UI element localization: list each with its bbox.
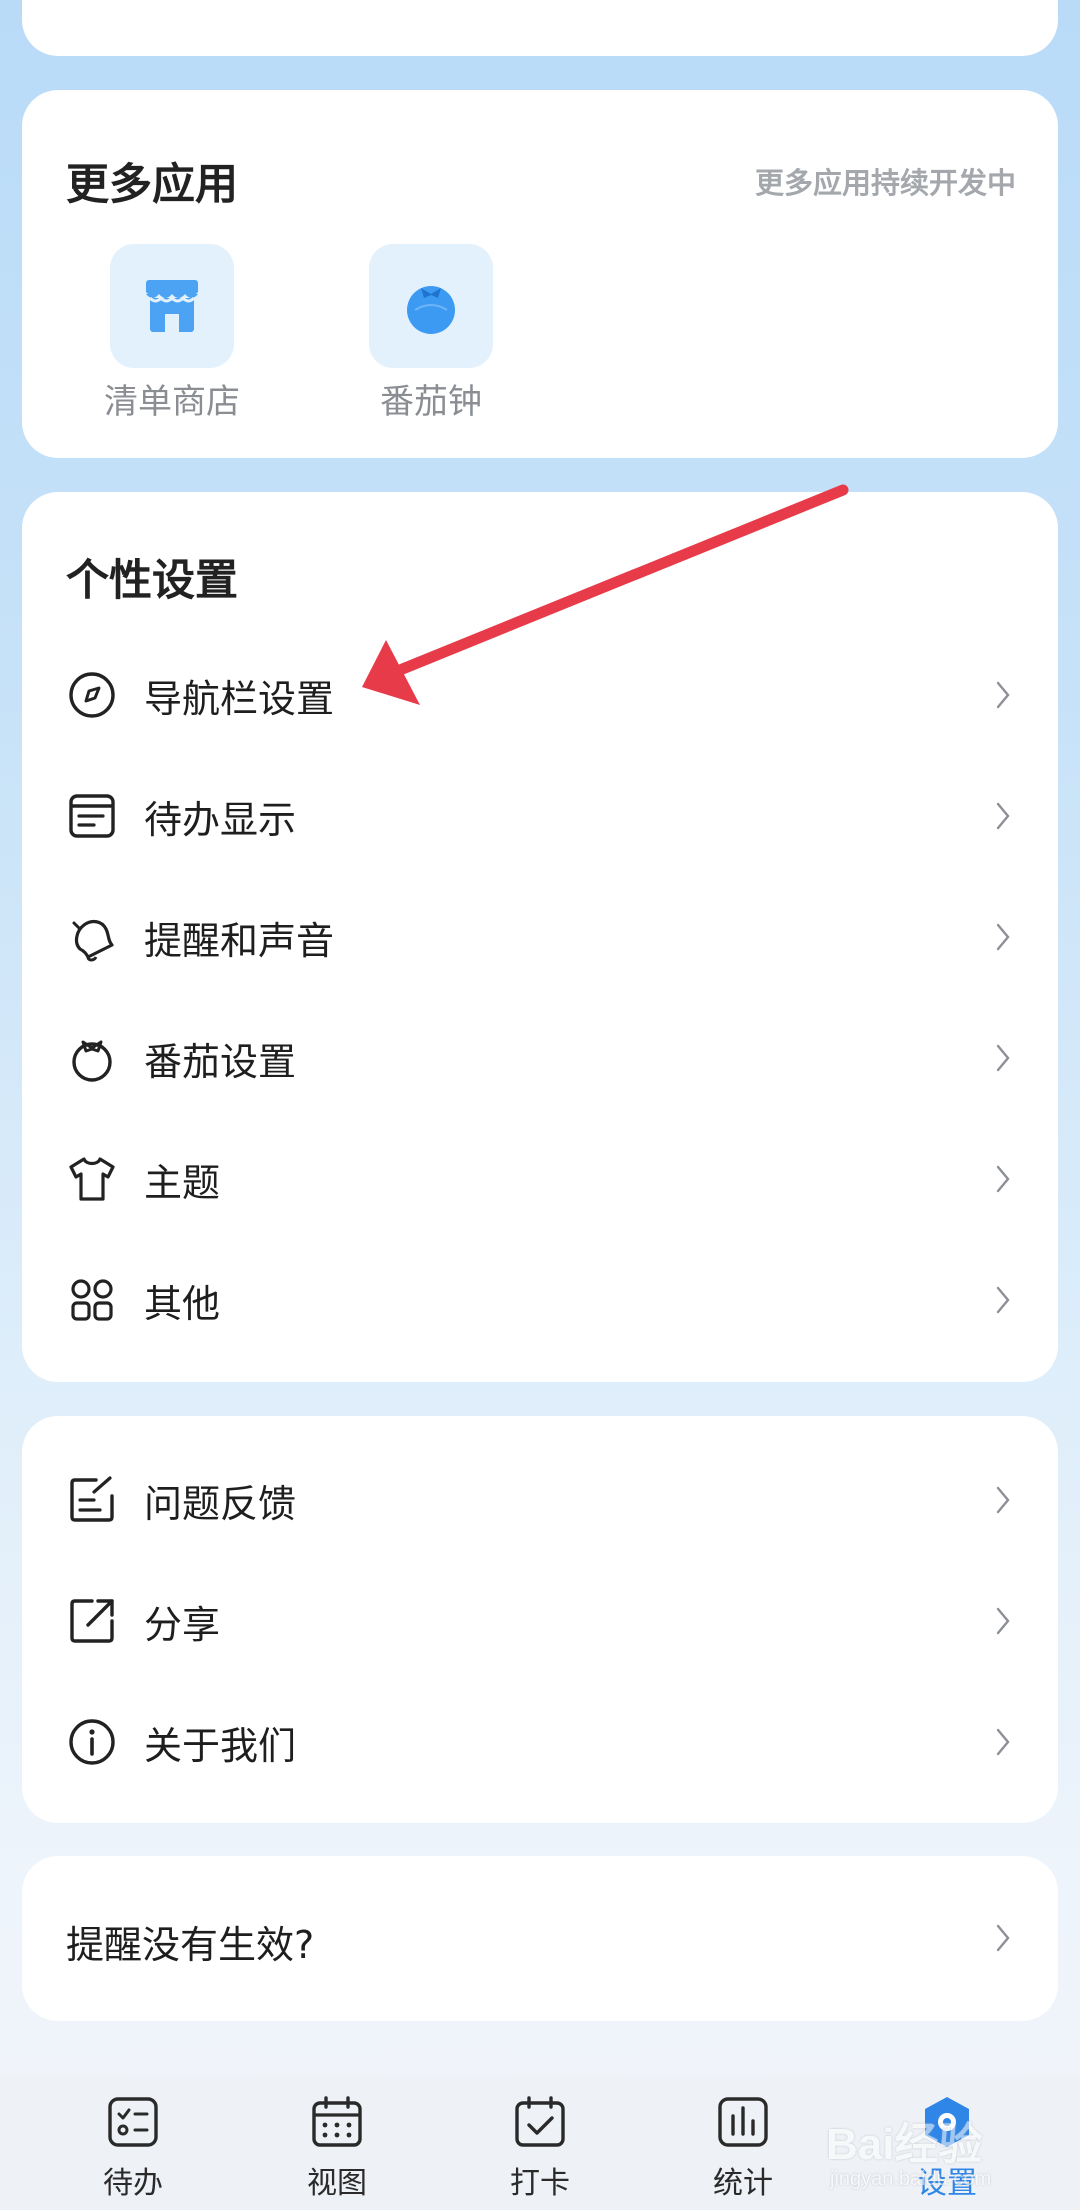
tab-label-todo: 待办 bbox=[103, 2166, 163, 2201]
row-label-share: 分享 bbox=[144, 1602, 221, 1647]
row-about-us[interactable]: 关于我们 bbox=[22, 1687, 1058, 1797]
reminder-help-card[interactable]: 提醒没有生效? bbox=[22, 1856, 1058, 2021]
tomato-icon bbox=[369, 244, 493, 368]
calendar-icon bbox=[312, 2096, 362, 2147]
tab-label-view: 视图 bbox=[307, 2166, 367, 2201]
personal-settings-card: 个性设置 导航栏设置 待办显示 提醒和声音 番茄设置 主题 其他 bbox=[22, 492, 1058, 1382]
tab-stats[interactable]: 统计 bbox=[673, 2094, 813, 2202]
watermark-brand: Bai经验 bbox=[826, 2120, 983, 2169]
chevron-right-icon bbox=[996, 1486, 1010, 1514]
chevron-right-icon bbox=[996, 802, 1010, 830]
chevron-right-icon bbox=[996, 923, 1010, 951]
chevron-right-icon bbox=[996, 1165, 1010, 1193]
grid-icon bbox=[71, 1279, 113, 1321]
share-icon bbox=[70, 1599, 114, 1643]
todo-card-icon bbox=[69, 794, 115, 838]
store-icon bbox=[110, 244, 234, 368]
feedback-icon bbox=[70, 1476, 114, 1522]
more-apps-card: 更多应用 更多应用持续开发中 清单商店 番茄钟 bbox=[22, 90, 1058, 458]
more-apps-title: 更多应用 bbox=[66, 160, 238, 210]
stats-icon bbox=[718, 2097, 768, 2147]
app-tile-tomato[interactable]: 番茄钟 bbox=[341, 244, 521, 423]
row-reminder-sound[interactable]: 提醒和声音 bbox=[22, 882, 1058, 992]
bell-icon bbox=[72, 919, 114, 962]
tab-label-stats: 统计 bbox=[713, 2166, 773, 2201]
row-label-other: 其他 bbox=[144, 1281, 221, 1326]
chevron-right-icon bbox=[996, 681, 1010, 709]
tomato-outline-icon bbox=[72, 1040, 112, 1082]
row-other[interactable]: 其他 bbox=[22, 1245, 1058, 1355]
row-label-reminder-sound: 提醒和声音 bbox=[144, 918, 335, 963]
info-icon bbox=[69, 1719, 115, 1765]
row-label-tomato-settings: 番茄设置 bbox=[144, 1039, 297, 1084]
personal-settings-title: 个性设置 bbox=[66, 556, 238, 606]
row-label-about-us: 关于我们 bbox=[144, 1723, 297, 1768]
row-share[interactable]: 分享 bbox=[22, 1566, 1058, 1676]
chevron-right-icon bbox=[996, 1044, 1010, 1072]
top-partial-card bbox=[22, 0, 1058, 56]
row-label-feedback: 问题反馈 bbox=[144, 1481, 297, 1526]
shirt-icon bbox=[69, 1157, 115, 1201]
chevron-right-icon bbox=[996, 1924, 1010, 1952]
row-todo-display[interactable]: 待办显示 bbox=[22, 761, 1058, 871]
chevron-right-icon bbox=[996, 1728, 1010, 1756]
more-apps-subtitle: 更多应用持续开发中 bbox=[754, 166, 1016, 200]
chevron-right-icon bbox=[996, 1286, 1010, 1314]
row-nav-settings[interactable]: 导航栏设置 bbox=[22, 640, 1058, 750]
row-feedback[interactable]: 问题反馈 bbox=[22, 1445, 1058, 1555]
row-label-theme: 主题 bbox=[144, 1160, 221, 1205]
row-label-todo-display: 待办显示 bbox=[144, 797, 297, 842]
tab-label-checkin: 打卡 bbox=[510, 2166, 570, 2201]
todo-list-icon bbox=[108, 2097, 158, 2147]
app-tile-store[interactable]: 清单商店 bbox=[82, 244, 262, 423]
misc-card: 问题反馈 分享 关于我们 bbox=[22, 1416, 1058, 1823]
compass-icon bbox=[69, 672, 115, 718]
row-label-nav-settings: 导航栏设置 bbox=[144, 676, 335, 721]
check-calendar-icon bbox=[515, 2096, 565, 2147]
chevron-right-icon bbox=[996, 1607, 1010, 1635]
watermark-sub: jingyan.baidu.com bbox=[830, 2168, 992, 2190]
row-theme[interactable]: 主题 bbox=[22, 1124, 1058, 1234]
tab-todo[interactable]: 待办 bbox=[63, 2094, 203, 2202]
watermark: Bai经验 jingyan.baidu.com bbox=[826, 2108, 1056, 2208]
app-label-tomato: 番茄钟 bbox=[380, 382, 482, 422]
tab-checkin[interactable]: 打卡 bbox=[470, 2094, 610, 2202]
reminder-help-label: 提醒没有生效? bbox=[66, 1923, 315, 1967]
app-label-store: 清单商店 bbox=[104, 382, 240, 422]
tab-view[interactable]: 视图 bbox=[267, 2094, 407, 2202]
row-tomato-settings[interactable]: 番茄设置 bbox=[22, 1003, 1058, 1113]
